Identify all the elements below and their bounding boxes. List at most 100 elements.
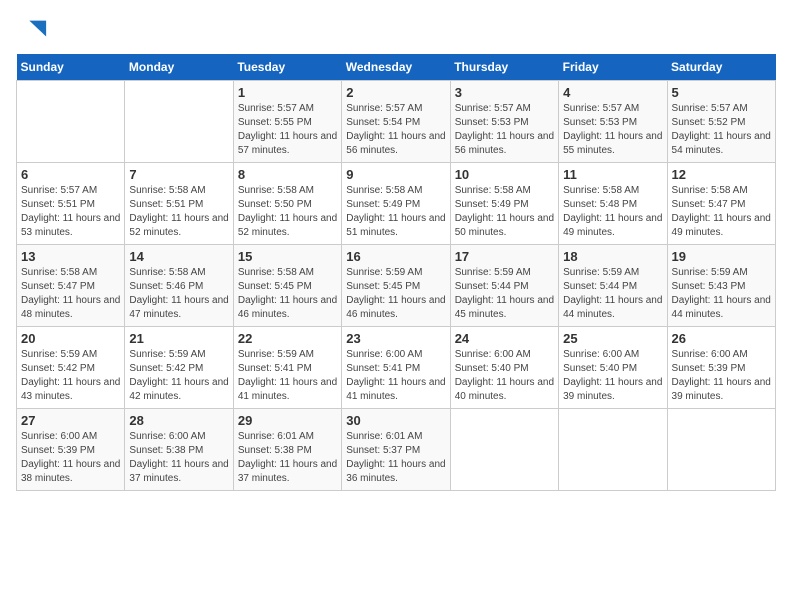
calendar-cell: 27Sunrise: 6:00 AM Sunset: 5:39 PM Dayli… (17, 409, 125, 491)
weekday-header-monday: Monday (125, 54, 233, 81)
day-detail: Sunrise: 5:57 AM Sunset: 5:53 PM Dayligh… (563, 102, 662, 158)
day-detail: Sunrise: 5:57 AM Sunset: 5:53 PM Dayligh… (455, 102, 554, 158)
weekday-header-saturday: Saturday (667, 54, 775, 81)
calendar-cell: 11 Sunrise: 5:58 AM Sunset: 5:48 PM Dayli… (559, 163, 667, 245)
day-number: 2 (346, 85, 445, 100)
day-number: 13 (21, 249, 120, 264)
calendar-cell: 23 Sunrise: 6:00 AM Sunset: 5:41 PM Dayli… (342, 327, 450, 409)
calendar-cell: 18 Sunrise: 5:59 AM Sunset: 5:44 PM Dayli… (559, 245, 667, 327)
calendar-cell: 17 Sunrise: 5:59 AM Sunset: 5:44 PM Dayli… (450, 245, 558, 327)
day-detail: Sunrise: 5:58 AM Sunset: 5:47 PM Dayligh… (672, 184, 771, 240)
calendar-cell: 2 Sunrise: 5:57 AM Sunset: 5:54 PM Daylig… (342, 81, 450, 163)
calendar-cell: 8Sunrise: 5:58 AM Sunset: 5:50 PM Daylig… (233, 163, 341, 245)
day-number: 12 (672, 167, 771, 182)
day-number: 18 (563, 249, 662, 264)
day-number: 24 (455, 331, 554, 346)
day-detail: Sunrise: 6:00 AM Sunset: 5:40 PM Dayligh… (563, 348, 662, 404)
calendar-table: SundayMondayTuesdayWednesdayThursdayFrid… (16, 54, 776, 491)
calendar-cell: 15 Sunrise: 5:58 AM Sunset: 5:45 PM Dayli… (233, 245, 341, 327)
day-number: 16 (346, 249, 445, 264)
day-number: 7 (129, 167, 228, 182)
day-detail: Sunrise: 6:00 AM Sunset: 5:39 PM Dayligh… (672, 348, 771, 404)
day-number: 23 (346, 331, 445, 346)
day-detail: Sunrise: 5:58 AM Sunset: 5:46 PM Dayligh… (129, 266, 228, 322)
weekday-header-tuesday: Tuesday (233, 54, 341, 81)
day-detail: Sunrise: 5:58 AM Sunset: 5:51 PM Dayligh… (129, 184, 228, 240)
day-detail: Sunrise: 5:59 AM Sunset: 5:41 PM Dayligh… (238, 348, 337, 404)
calendar-cell: 12 Sunrise: 5:58 AM Sunset: 5:47 PM Dayli… (667, 163, 775, 245)
day-number: 10 (455, 167, 554, 182)
calendar-cell: 21Sunrise: 5:59 AM Sunset: 5:42 PM Dayli… (125, 327, 233, 409)
day-number: 9 (346, 167, 445, 182)
calendar-cell: 4 Sunrise: 5:57 AM Sunset: 5:53 PM Daylig… (559, 81, 667, 163)
day-number: 17 (455, 249, 554, 264)
calendar-cell: 20 Sunrise: 5:59 AM Sunset: 5:42 PM Dayli… (17, 327, 125, 409)
weekday-header-wednesday: Wednesday (342, 54, 450, 81)
day-number: 3 (455, 85, 554, 100)
calendar-week-row: 20 Sunrise: 5:59 AM Sunset: 5:42 PM Dayli… (17, 327, 776, 409)
day-number: 6 (21, 167, 120, 182)
page-header (16, 16, 776, 44)
day-number: 11 (563, 167, 662, 182)
calendar-cell: 30 Sunrise: 6:01 AM Sunset: 5:37 PM Dayli… (342, 409, 450, 491)
calendar-cell: 13Sunrise: 5:58 AM Sunset: 5:47 PM Dayli… (17, 245, 125, 327)
calendar-cell: 10 Sunrise: 5:58 AM Sunset: 5:49 PM Dayli… (450, 163, 558, 245)
day-number: 15 (238, 249, 337, 264)
calendar-cell: 9Sunrise: 5:58 AM Sunset: 5:49 PM Daylig… (342, 163, 450, 245)
day-detail: Sunrise: 6:01 AM Sunset: 5:38 PM Dayligh… (238, 430, 337, 486)
weekday-header-sunday: Sunday (17, 54, 125, 81)
day-number: 14 (129, 249, 228, 264)
day-detail: Sunrise: 6:00 AM Sunset: 5:39 PM Dayligh… (21, 430, 120, 486)
day-number: 30 (346, 413, 445, 428)
calendar-cell (125, 81, 233, 163)
day-detail: Sunrise: 5:59 AM Sunset: 5:45 PM Dayligh… (346, 266, 445, 322)
day-detail: Sunrise: 5:58 AM Sunset: 5:49 PM Dayligh… (455, 184, 554, 240)
weekday-header-friday: Friday (559, 54, 667, 81)
calendar-cell (667, 409, 775, 491)
day-detail: Sunrise: 5:58 AM Sunset: 5:45 PM Dayligh… (238, 266, 337, 322)
calendar-cell: 1 Sunrise: 5:57 AM Sunset: 5:55 PM Daylig… (233, 81, 341, 163)
day-detail: Sunrise: 5:57 AM Sunset: 5:54 PM Dayligh… (346, 102, 445, 158)
day-detail: Sunrise: 5:59 AM Sunset: 5:42 PM Dayligh… (21, 348, 120, 404)
calendar-cell: 26 Sunrise: 6:00 AM Sunset: 5:39 PM Dayli… (667, 327, 775, 409)
calendar-cell: 7 Sunrise: 5:58 AM Sunset: 5:51 PM Daylig… (125, 163, 233, 245)
calendar-cell: 3 Sunrise: 5:57 AM Sunset: 5:53 PM Daylig… (450, 81, 558, 163)
day-detail: Sunrise: 6:01 AM Sunset: 5:37 PM Dayligh… (346, 430, 445, 486)
day-detail: Sunrise: 5:59 AM Sunset: 5:44 PM Dayligh… (455, 266, 554, 322)
calendar-cell: 24 Sunrise: 6:00 AM Sunset: 5:40 PM Dayli… (450, 327, 558, 409)
calendar-cell: 16 Sunrise: 5:59 AM Sunset: 5:45 PM Dayli… (342, 245, 450, 327)
day-detail: Sunrise: 5:57 AM Sunset: 5:52 PM Dayligh… (672, 102, 771, 158)
day-number: 19 (672, 249, 771, 264)
day-detail: Sunrise: 5:58 AM Sunset: 5:50 PM Dayligh… (238, 184, 337, 240)
logo (16, 16, 48, 44)
day-number: 5 (672, 85, 771, 100)
calendar-cell: 19 Sunrise: 5:59 AM Sunset: 5:43 PM Dayli… (667, 245, 775, 327)
day-number: 29 (238, 413, 337, 428)
day-detail: Sunrise: 6:00 AM Sunset: 5:41 PM Dayligh… (346, 348, 445, 404)
day-number: 22 (238, 331, 337, 346)
calendar-cell: 29 Sunrise: 6:01 AM Sunset: 5:38 PM Dayli… (233, 409, 341, 491)
day-number: 28 (129, 413, 228, 428)
day-number: 20 (21, 331, 120, 346)
calendar-week-row: 6 Sunrise: 5:57 AM Sunset: 5:51 PM Daylig… (17, 163, 776, 245)
day-number: 1 (238, 85, 337, 100)
weekday-header-thursday: Thursday (450, 54, 558, 81)
day-number: 26 (672, 331, 771, 346)
calendar-week-row: 1 Sunrise: 5:57 AM Sunset: 5:55 PM Daylig… (17, 81, 776, 163)
calendar-header-row: SundayMondayTuesdayWednesdayThursdayFrid… (17, 54, 776, 81)
day-detail: Sunrise: 5:59 AM Sunset: 5:44 PM Dayligh… (563, 266, 662, 322)
day-detail: Sunrise: 6:00 AM Sunset: 5:38 PM Dayligh… (129, 430, 228, 486)
day-detail: Sunrise: 5:57 AM Sunset: 5:55 PM Dayligh… (238, 102, 337, 158)
day-detail: Sunrise: 6:00 AM Sunset: 5:40 PM Dayligh… (455, 348, 554, 404)
calendar-cell: 28 Sunrise: 6:00 AM Sunset: 5:38 PM Dayli… (125, 409, 233, 491)
calendar-week-row: 27Sunrise: 6:00 AM Sunset: 5:39 PM Dayli… (17, 409, 776, 491)
logo-icon (20, 16, 48, 44)
day-detail: Sunrise: 5:57 AM Sunset: 5:51 PM Dayligh… (21, 184, 120, 240)
day-detail: Sunrise: 5:59 AM Sunset: 5:43 PM Dayligh… (672, 266, 771, 322)
calendar-cell (559, 409, 667, 491)
day-detail: Sunrise: 5:58 AM Sunset: 5:48 PM Dayligh… (563, 184, 662, 240)
calendar-cell: 14 Sunrise: 5:58 AM Sunset: 5:46 PM Dayli… (125, 245, 233, 327)
day-number: 21 (129, 331, 228, 346)
calendar-cell: 25Sunrise: 6:00 AM Sunset: 5:40 PM Dayli… (559, 327, 667, 409)
day-number: 4 (563, 85, 662, 100)
